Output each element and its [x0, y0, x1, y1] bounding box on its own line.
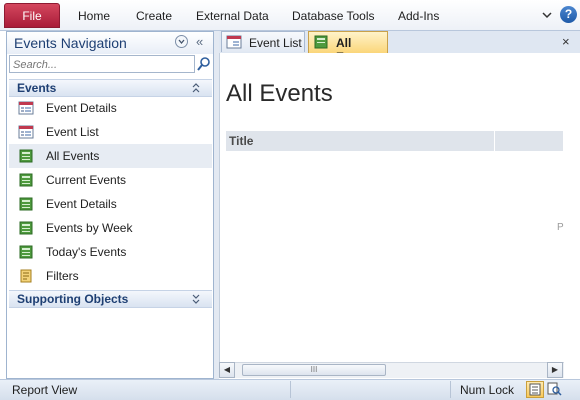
num-lock-indicator: Num Lock — [460, 383, 515, 397]
group-label-events: Events — [17, 81, 57, 95]
nav-item-todays-events[interactable]: Today's Events — [9, 240, 212, 264]
tab-all-events[interactable]: All Events — [308, 31, 388, 64]
column-header-row — [226, 131, 563, 151]
nav-item-label: Today's Events — [46, 245, 127, 259]
tab-database-tools[interactable]: Database Tools — [292, 9, 375, 23]
close-document-icon[interactable]: × — [562, 34, 570, 49]
nav-item-label: Event Details — [46, 101, 117, 115]
collapse-nav-icon[interactable]: « — [196, 34, 203, 49]
scroll-thumb[interactable]: III — [242, 364, 386, 376]
print-preview-button[interactable] — [546, 381, 564, 398]
collapse-group-icon[interactable] — [191, 82, 201, 94]
group-label-supporting-objects: Supporting Objects — [17, 292, 129, 306]
nav-item-label: Event Details — [46, 197, 117, 211]
report-icon — [314, 35, 328, 49]
file-tab[interactable]: File — [4, 3, 60, 28]
nav-item-label: Current Events — [46, 173, 127, 187]
search-icon[interactable] — [196, 55, 212, 73]
nav-item-events-by-week[interactable]: Events by Week — [9, 216, 212, 240]
scroll-right-button[interactable]: ▶ — [547, 362, 563, 378]
tab-external-data[interactable]: External Data — [196, 9, 269, 23]
nav-title[interactable]: Events Navigation — [14, 35, 127, 51]
form-icon — [18, 125, 34, 139]
nav-item-filters[interactable]: Filters — [9, 264, 212, 288]
report-icon — [19, 245, 33, 259]
report-icon — [19, 221, 33, 235]
minimize-ribbon-icon[interactable] — [541, 9, 553, 21]
nav-item-event-details-report[interactable]: Event Details — [9, 192, 212, 216]
nav-item-event-list[interactable]: Event List — [9, 120, 212, 144]
nav-item-label: Event List — [46, 125, 99, 139]
query-icon — [20, 269, 32, 283]
nav-search-input[interactable] — [9, 55, 195, 73]
form-icon — [226, 35, 242, 49]
nav-item-label: Filters — [46, 269, 79, 283]
status-view-label: Report View — [12, 383, 78, 397]
tab-create[interactable]: Create — [136, 9, 172, 23]
nav-item-all-events[interactable]: All Events — [9, 144, 212, 168]
report-icon — [19, 197, 33, 211]
report-view-button[interactable] — [526, 381, 544, 398]
tab-add-ins[interactable]: Add-Ins — [398, 9, 439, 23]
clipped-text: P — [557, 222, 564, 233]
print-preview-icon — [547, 382, 562, 396]
nav-item-label: All Events — [46, 149, 100, 163]
column-divider — [494, 131, 495, 151]
nav-item-current-events[interactable]: Current Events — [9, 168, 212, 192]
status-divider — [450, 381, 451, 398]
report-title: All Events — [226, 80, 333, 107]
column-header-title: Title — [229, 134, 254, 148]
report-view-icon — [529, 383, 541, 396]
scroll-left-button[interactable]: ◀ — [219, 362, 235, 378]
expand-group-icon[interactable] — [191, 293, 201, 305]
report-icon — [19, 173, 33, 187]
nav-item-event-details-form[interactable]: Event Details — [9, 96, 212, 120]
tab-home[interactable]: Home — [78, 9, 110, 23]
tab-label: Event List — [249, 36, 302, 50]
form-icon — [18, 101, 34, 115]
nav-item-label: Events by Week — [46, 221, 133, 235]
status-divider — [290, 381, 291, 398]
report-icon — [19, 149, 33, 163]
tab-event-list[interactable]: Event List — [221, 31, 305, 52]
help-button[interactable]: ? — [560, 6, 577, 23]
nav-menu-dropdown-icon[interactable] — [175, 35, 188, 48]
